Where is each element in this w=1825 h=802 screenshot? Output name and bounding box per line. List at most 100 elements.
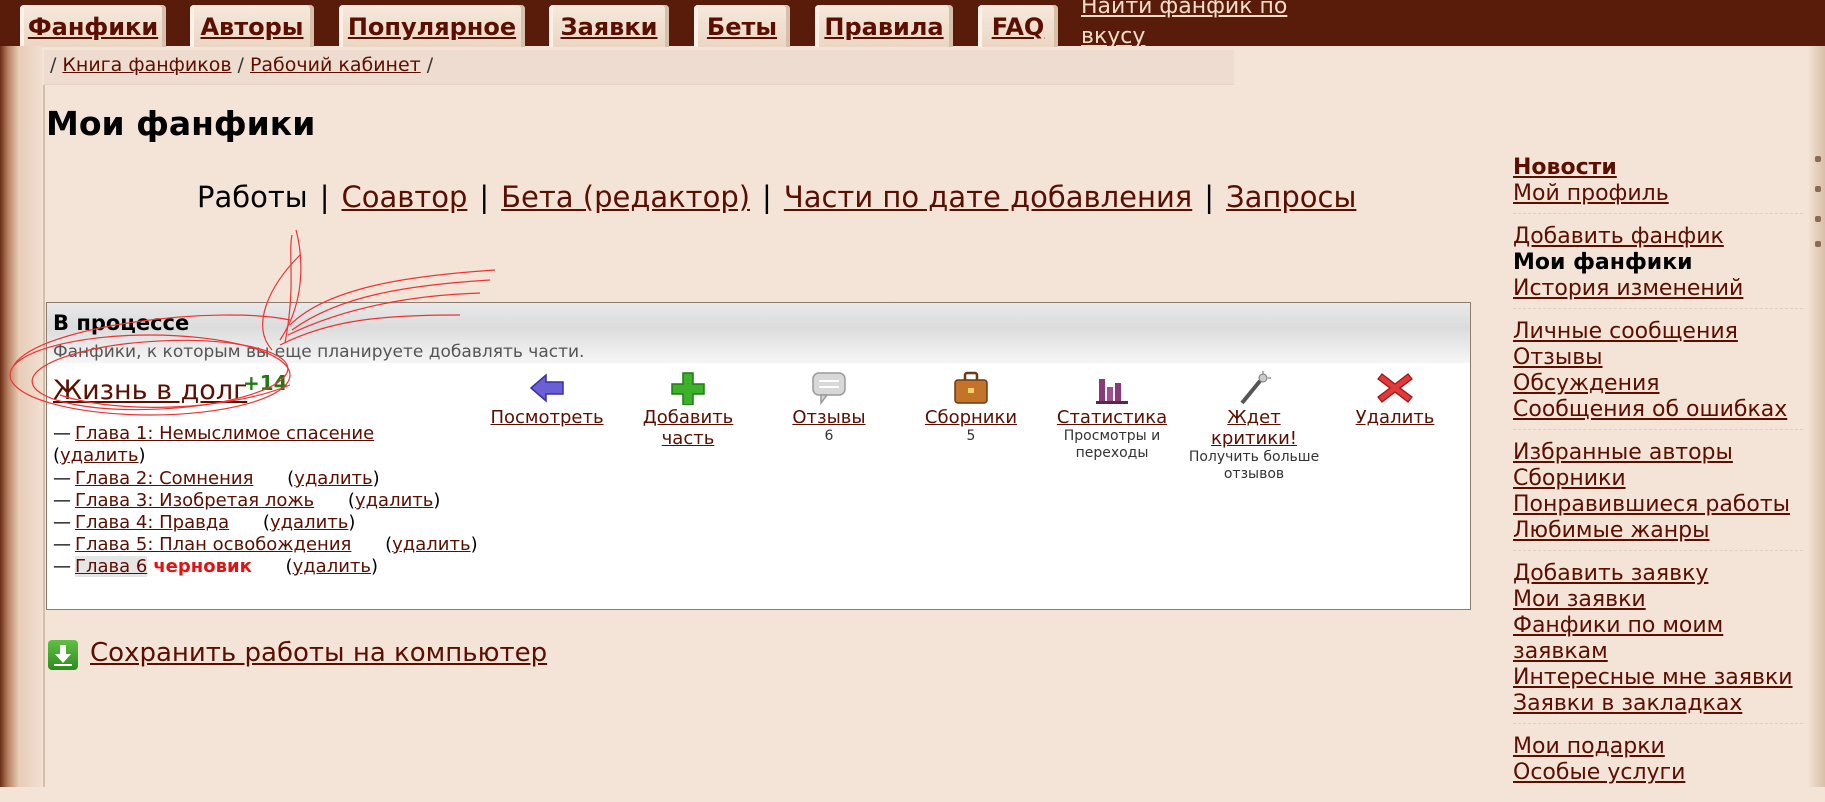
breadcrumb-fanfic-book[interactable]: Книга фанфиков xyxy=(62,54,231,76)
tab-requests[interactable]: Заявки xyxy=(549,5,669,47)
chapter-dash: — xyxy=(53,512,71,533)
tab-popular[interactable]: Популярное xyxy=(339,5,525,47)
tab-rules-label: Правила xyxy=(824,13,944,41)
subnav-beta[interactable]: Бета (редактор) xyxy=(501,180,750,214)
sidebar-item-collections[interactable]: Сборники xyxy=(1513,466,1803,492)
sidebar-item-reviews[interactable]: Отзывы xyxy=(1513,345,1803,371)
breadcrumb-separator: / xyxy=(237,54,244,76)
subnav-parts-by-date[interactable]: Части по дате добавления xyxy=(784,180,1192,214)
chapter-delete-row: (удалить) xyxy=(53,445,146,466)
chapter-link[interactable]: Глава 1: Немыслимое спасение xyxy=(75,423,374,444)
strip-mark xyxy=(1815,186,1821,192)
sidebar-item-discussions[interactable]: Обсуждения xyxy=(1513,371,1803,397)
delete-action[interactable]: Удалить xyxy=(1325,371,1465,428)
chapter-dash: — xyxy=(53,534,71,555)
sidebar-group-gifts: Мои подарки Особые услуги xyxy=(1513,734,1803,792)
chapter-dash: — xyxy=(53,556,71,577)
sidebar-item-favorite-authors[interactable]: Избранные авторы xyxy=(1513,440,1803,466)
tab-faq[interactable]: FAQ xyxy=(978,5,1058,47)
reviews-count: 6 xyxy=(824,428,834,444)
tab-authors[interactable]: Авторы xyxy=(190,5,314,47)
breadcrumb-workspace[interactable]: Рабочий кабинет xyxy=(250,54,421,76)
sidebar-item-error-reports[interactable]: Сообщения об ошибках xyxy=(1513,397,1803,423)
subnav-separator: | xyxy=(479,180,490,214)
download-icon[interactable] xyxy=(48,640,78,670)
view-action[interactable]: Посмотреть xyxy=(477,371,617,428)
subnav-separator: | xyxy=(762,180,772,214)
panel-title: В процессе xyxy=(53,311,190,335)
tab-fanfics[interactable]: Фанфики xyxy=(20,5,166,47)
chapter-delete: (удалить) xyxy=(285,556,379,577)
chapter-delete-link[interactable]: удалить xyxy=(294,468,372,489)
sidebar-item-messages[interactable]: Личные сообщения xyxy=(1513,319,1803,345)
subnav-coauthor[interactable]: Соавтор xyxy=(341,180,467,214)
sidebar-group-requests: Добавить заявку Мои заявки Фанфики по мо… xyxy=(1513,561,1803,724)
chapter-delete-link[interactable]: удалить xyxy=(293,556,371,577)
sidebar-item-interesting-requests[interactable]: Интересные мне заявки xyxy=(1513,665,1803,691)
chapter-row: — Глава 4: Правда (удалить) xyxy=(53,512,355,533)
sidebar-item-my-profile[interactable]: Мой профиль xyxy=(1513,181,1803,207)
chapter-link[interactable]: Глава 6 xyxy=(75,556,148,577)
statistics-sub: Просмотры и переходы xyxy=(1063,428,1161,461)
left-frame-inner xyxy=(20,46,42,787)
collections-action-label: Сборники xyxy=(924,407,1018,428)
chapter-link[interactable]: Глава 2: Сомнения xyxy=(75,468,253,489)
chapter-delete-link[interactable]: удалить xyxy=(355,490,433,511)
download-arrow-icon xyxy=(54,645,72,666)
reviews-action-label: Отзывы xyxy=(792,407,866,428)
sidebar-item-history[interactable]: История изменений xyxy=(1513,276,1803,302)
save-works-link[interactable]: Сохранить работы на компьютер xyxy=(90,638,547,668)
right-scroll-strip xyxy=(1809,46,1825,787)
tab-requests-label: Заявки xyxy=(560,13,658,41)
chapter-delete-link[interactable]: удалить xyxy=(392,534,470,555)
add-part-action[interactable]: Добавить часть xyxy=(618,371,758,449)
sidebar-item-add-fanfic[interactable]: Добавить фанфик xyxy=(1513,224,1803,250)
subnav-queries[interactable]: Запросы xyxy=(1226,180,1356,214)
sidebar-item-my-gifts[interactable]: Мои подарки xyxy=(1513,734,1803,760)
sidebar-group-fanfics: Добавить фанфик Мои фанфики История изме… xyxy=(1513,224,1803,309)
subnav: Работы | Соавтор | Бета (редактор) | Части по … xyxy=(197,180,1356,214)
sidebar-item-my-fanfics: Мои фанфики xyxy=(1513,250,1693,275)
chapter-delete-link[interactable]: удалить xyxy=(60,445,138,466)
chapter-row: — Глава 5: План освобождения (удалить) xyxy=(53,534,478,555)
sidebar-item-bookmarked-requests[interactable]: Заявки в закладках xyxy=(1513,691,1803,717)
sidebar-group-profile: Новости Мой профиль xyxy=(1513,155,1803,214)
statistics-action[interactable]: Статистика Просмотры и переходы xyxy=(1042,371,1182,462)
chapter-delete: (удалить) xyxy=(347,490,441,511)
sidebar-item-fanfics-by-requests[interactable]: Фанфики по моим заявкам xyxy=(1513,613,1803,665)
speech-bubble-icon xyxy=(812,372,846,405)
await-critique-sub: Получить больше отзывов xyxy=(1188,449,1320,482)
sidebar-group-messages: Личные сообщения Отзывы Обсуждения Сообщ… xyxy=(1513,319,1803,430)
sidebar-item-special-services[interactable]: Особые услуги xyxy=(1513,760,1803,786)
chapter-row: — Глава 2: Сомнения (удалить) xyxy=(53,468,380,489)
find-fanfic-link[interactable]: Найти фанфик по вкусу xyxy=(1081,0,1311,52)
breadcrumb-separator: / xyxy=(426,54,434,76)
sidebar-item-add-request[interactable]: Добавить заявку xyxy=(1513,561,1803,587)
sidebar-item-liked-works[interactable]: Понравившиеся работы xyxy=(1513,492,1803,518)
sidebar-item-news[interactable]: Новости xyxy=(1513,155,1803,181)
briefcase-icon xyxy=(954,371,988,404)
reviews-action[interactable]: Отзывы 6 xyxy=(759,371,899,445)
tab-popular-label: Популярное xyxy=(347,13,517,41)
subnav-current-works: Работы xyxy=(197,180,308,214)
tab-rules[interactable]: Правила xyxy=(815,5,953,47)
chapter-link[interactable]: Глава 5: План освобождения xyxy=(75,534,351,555)
collections-action[interactable]: Сборники 5 xyxy=(901,371,1041,445)
tab-authors-label: Авторы xyxy=(200,13,304,41)
story-title-link[interactable]: Жизнь в долг xyxy=(53,375,247,406)
plus-icon xyxy=(671,372,705,405)
chapter-dash: — xyxy=(53,468,71,489)
tab-faq-label: FAQ xyxy=(991,13,1045,41)
left-frame-decoration xyxy=(0,46,20,787)
sidebar-item-my-requests[interactable]: Мои заявки xyxy=(1513,587,1803,613)
await-critique-action[interactable]: Ждет критики! Получить больше отзывов xyxy=(1184,371,1324,483)
arrow-left-icon xyxy=(529,373,564,403)
tab-betas[interactable]: Беты xyxy=(694,5,790,47)
chapter-link[interactable]: Глава 4: Правда xyxy=(75,512,229,533)
tab-fanfics-label: Фанфики xyxy=(27,13,159,41)
chapter-delete: (удалить) xyxy=(385,534,478,555)
chapter-delete-link[interactable]: удалить xyxy=(270,512,348,533)
sidebar-item-favorite-genres[interactable]: Любимые жанры xyxy=(1513,518,1803,544)
chapter-link[interactable]: Глава 3: Изобретая ложь xyxy=(75,490,314,511)
add-part-action-label: Добавить часть xyxy=(642,407,734,449)
